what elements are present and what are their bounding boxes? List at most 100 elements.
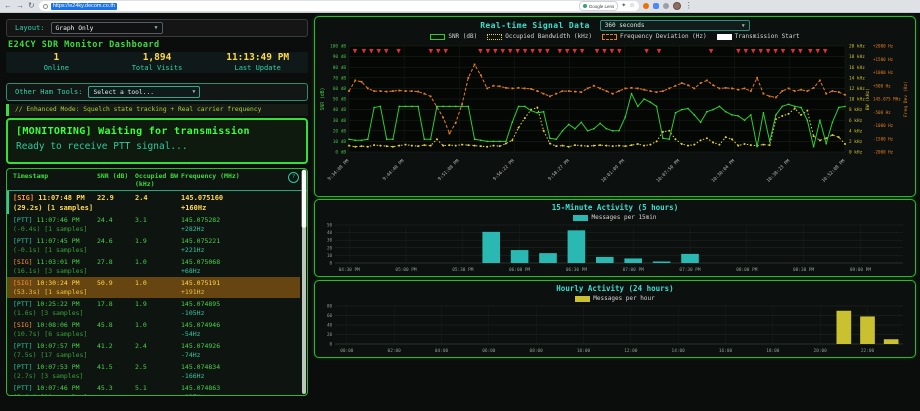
table-row[interactable]: [PTT] 11:07:45 PM(-0.1s) [1 samples]24.6… — [7, 235, 300, 256]
page-title: E24CY SDR Monitor Dashboard — [8, 40, 160, 50]
enhanced-mode-note: // Enhanced Mode: Squelch state tracking… — [6, 104, 308, 116]
table-row[interactable]: [SIG] 10:30:24 PM(53.3s) [1 samples]50.9… — [7, 277, 300, 298]
scrollbar-thumb[interactable] — [302, 170, 306, 228]
table-row[interactable]: [PTT] 10:07:46 PM(5.6s) [11 samples]45.3… — [7, 382, 300, 395]
realtime-legend: SNR (dB) Occupied Bandwidth (kHz) Frequenc… — [315, 33, 915, 40]
svg-text:08:00 PM: 08:00 PM — [736, 267, 758, 273]
back-icon[interactable]: ← — [4, 1, 12, 11]
svg-text:0: 0 — [329, 342, 332, 347]
time-range-select[interactable]: 360 seconds ▼ — [600, 20, 750, 31]
forward-icon[interactable]: → — [16, 1, 24, 11]
svg-text:145.075 MHz: 145.075 MHz — [873, 97, 901, 102]
svg-text:20: 20 — [327, 245, 333, 250]
extension-icon-blue[interactable] — [653, 3, 659, 9]
svg-text:10 dB: 10 dB — [333, 139, 347, 145]
realtime-chart[interactable]: 100 dB90 dB80 dB70 dB60 dB50 dB40 dB30 d… — [317, 40, 913, 195]
svg-text:50: 50 — [327, 223, 333, 228]
svg-text:+2000 Hz: +2000 Hz — [873, 44, 894, 49]
signal-table-panel: Timestamp SNR (dB) Occupied BW (kHz) Fre… — [6, 168, 308, 396]
menu-icon[interactable]: ⋮ — [685, 1, 693, 11]
table-row[interactable]: [SIG] 11:07:48 PM(29.2s) [1 samples]22.9… — [7, 191, 300, 214]
stat-online: 1 Online — [6, 53, 107, 72]
site-info-icon[interactable] — [43, 4, 48, 9]
google-lens-button[interactable]: Google Lens — [579, 1, 619, 11]
svg-text:05:00 PM: 05:00 PM — [395, 267, 417, 273]
search-labs-icon[interactable]: ✦ — [621, 2, 626, 10]
svg-text:0 dB: 0 dB — [335, 150, 346, 156]
svg-text:2 kHz: 2 kHz — [849, 139, 863, 145]
legend-swatch — [430, 34, 445, 40]
svg-text:07:30 PM: 07:30 PM — [679, 267, 701, 273]
table-row[interactable]: [PTT] 11:07:46 PM(-0.4s) [1 samples]24.4… — [7, 214, 300, 235]
svg-text:22:00: 22:00 — [861, 348, 875, 354]
svg-text:10:07:50 PM: 10:07:50 PM — [655, 158, 681, 184]
teal-swatch — [573, 215, 588, 221]
svg-text:16 kHz: 16 kHz — [849, 65, 865, 71]
chevron-down-icon: ▼ — [742, 23, 745, 29]
svg-text:10 kHz: 10 kHz — [849, 97, 865, 103]
reload-icon[interactable]: ↻ — [28, 1, 35, 11]
realtime-title-row: Real-time Signal Data 360 seconds ▼ — [315, 17, 915, 31]
svg-text:BW (kHz): BW (kHz) — [865, 88, 871, 110]
svg-text:18:00: 18:00 — [766, 348, 780, 354]
svg-text:0: 0 — [329, 261, 332, 266]
svg-text:30: 30 — [327, 238, 333, 243]
svg-text:07:00 PM: 07:00 PM — [623, 267, 645, 273]
hourly-legend: Messages per hour — [315, 295, 915, 302]
svg-text:100 dB: 100 dB — [330, 44, 346, 50]
svg-text:40: 40 — [327, 230, 333, 235]
svg-text:14:00: 14:00 — [672, 348, 686, 354]
activity15-chart[interactable]: 0102030405004:30 PM05:00 PM05:30 PM06:00… — [317, 221, 913, 275]
url-text[interactable]: https://e24ky.decom.co.th — [51, 3, 117, 10]
table-row[interactable]: [PTT] 10:07:57 PM(7.5s) [17 samples]41.2… — [7, 340, 300, 361]
legend-item[interactable]: Occupied Bandwidth (kHz) — [487, 33, 592, 40]
table-rows: [SIG] 11:07:48 PM(29.2s) [1 samples]22.9… — [7, 191, 300, 395]
table-row[interactable]: [PTT] 10:07:53 PM(2.7s) [3 samples]41.52… — [7, 361, 300, 382]
svg-text:-1000 Hz: -1000 Hz — [873, 123, 894, 128]
svg-text:20 kHz: 20 kHz — [849, 44, 865, 50]
svg-text:Freq Dev (Hz): Freq Dev (Hz) — [903, 81, 909, 117]
svg-text:04:30 PM: 04:30 PM — [339, 267, 361, 273]
legend-swatch — [487, 34, 502, 40]
svg-text:30 dB: 30 dB — [333, 118, 347, 124]
bookmark-star-icon[interactable]: ☆ — [629, 2, 634, 10]
table-header: Timestamp SNR (dB) Occupied BW (kHz) Fre… — [7, 169, 307, 191]
stat-total-visits: 1,894 Total Visits — [107, 53, 208, 72]
table-row[interactable]: [SIG] 11:03:01 PM(16.1s) [3 samples]27.8… — [7, 256, 300, 277]
legend-item[interactable]: Transmission Start — [717, 33, 800, 40]
monitor-status: [MONITORING] Waiting for transmission — [16, 126, 298, 137]
table-row[interactable]: [PTT] 10:25:22 PM(1.6s) [3 samples]17.81… — [7, 298, 300, 319]
help-icon[interactable]: ? — [288, 172, 299, 183]
svg-text:+1500 Hz: +1500 Hz — [873, 57, 894, 62]
extension-icon-orange[interactable] — [643, 3, 649, 9]
extension-icon-gray[interactable] — [663, 3, 669, 9]
legend-swatch — [602, 34, 617, 40]
layout-select[interactable]: Graph Only ▼ — [51, 22, 163, 34]
svg-text:+500 Hz: +500 Hz — [873, 83, 891, 88]
table-scrollbar[interactable] — [302, 170, 306, 394]
svg-text:20 dB: 20 dB — [333, 128, 347, 134]
svg-text:14 kHz: 14 kHz — [849, 75, 865, 81]
svg-text:80 dB: 80 dB — [333, 65, 347, 71]
profile-avatar[interactable] — [673, 2, 681, 10]
legend-item[interactable]: Frequency Deviation (Hz) — [602, 33, 707, 40]
svg-text:50 dB: 50 dB — [333, 97, 347, 103]
yellow-swatch — [575, 296, 590, 302]
legend-item[interactable]: SNR (dB) — [430, 33, 477, 40]
svg-text:6 kHz: 6 kHz — [849, 118, 863, 124]
chevron-down-icon: ▼ — [155, 25, 158, 31]
hourly-panel: Hourly Activity (24 hours) Messages per … — [314, 280, 916, 358]
svg-text:05:30 PM: 05:30 PM — [452, 267, 474, 273]
table-row[interactable]: [SIG] 10:08:06 PM(10.7s) [6 samples]45.8… — [7, 319, 300, 340]
tools-bar: Other Ham Tools: Select a tool... ▼ — [6, 83, 308, 101]
svg-text:70 dB: 70 dB — [333, 75, 347, 81]
svg-text:10:30:04 PM: 10:30:04 PM — [710, 158, 736, 184]
browser-toolbar: ← → ↻ https://e24ky.decom.co.th Google L… — [0, 0, 920, 13]
svg-text:18 kHz: 18 kHz — [849, 54, 865, 60]
svg-text:16:00: 16:00 — [719, 348, 733, 354]
svg-text:10:00: 10:00 — [577, 348, 591, 354]
hourly-chart[interactable]: 02040608000:0002:0004:0006:0008:0010:001… — [317, 302, 913, 356]
tools-select[interactable]: Select a tool... ▼ — [88, 86, 200, 98]
address-bar[interactable]: https://e24ky.decom.co.th Google Lens ✦ … — [39, 1, 639, 11]
activity15-panel: 15-Minute Activity (5 hours) Messages pe… — [314, 199, 916, 277]
